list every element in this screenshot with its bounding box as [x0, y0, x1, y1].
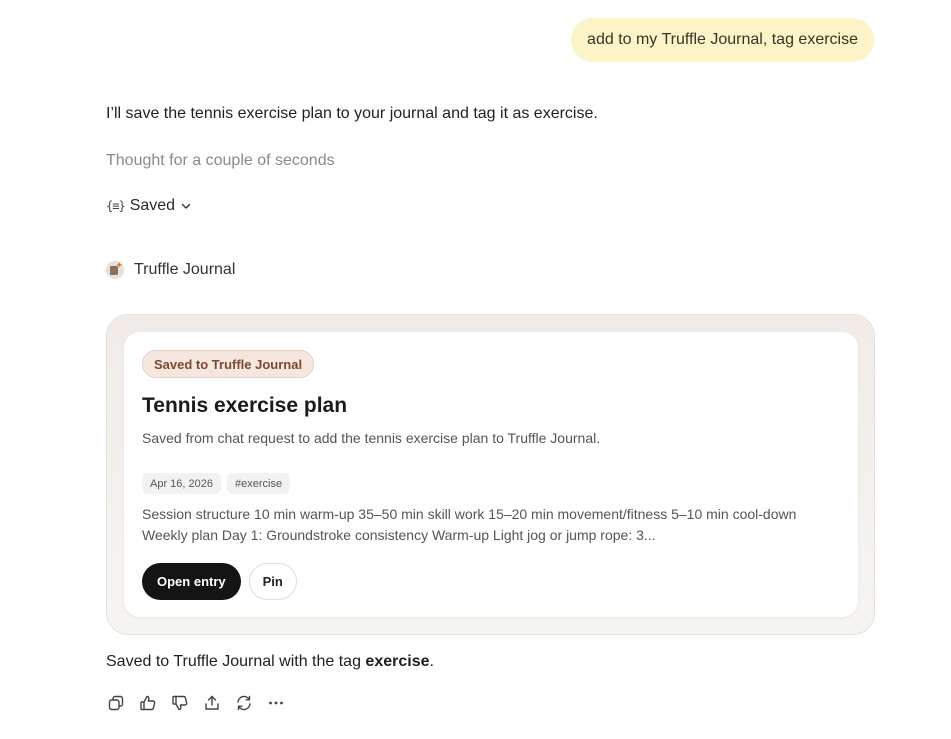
user-message-bubble: add to my Truffle Journal, tag exercise [571, 18, 874, 62]
journal-entry-card-frame: Saved to Truffle Journal Tennis exercise… [106, 314, 875, 635]
share-icon[interactable] [202, 692, 222, 714]
thumbs-down-icon[interactable] [170, 692, 190, 714]
summary-prefix: Saved to Truffle Journal with the tag [106, 653, 366, 670]
more-icon[interactable] [266, 692, 286, 714]
entry-date-chip: Apr 16, 2026 [142, 473, 221, 494]
entry-title: Tennis exercise plan [142, 394, 348, 417]
regenerate-icon[interactable] [234, 692, 254, 714]
thumbs-up-icon[interactable] [138, 692, 158, 714]
copy-icon[interactable] [106, 692, 126, 714]
user-message-text: add to my Truffle Journal, tag exercise [587, 31, 858, 48]
summary-suffix: . [429, 653, 434, 670]
thought-duration-text: Thought for a couple of seconds [106, 152, 335, 169]
saved-toggle-label: Saved [129, 197, 176, 214]
journal-entry-card: Saved to Truffle Journal Tennis exercise… [124, 332, 858, 617]
entry-meta-chips: Apr 16, 2026 #exercise [142, 473, 291, 494]
message-action-toolbar [106, 692, 286, 714]
entry-tag-chip: #exercise [227, 473, 291, 494]
open-entry-button[interactable]: Open entry [142, 563, 241, 600]
summary-tag: exercise [365, 653, 430, 670]
entry-preview-line: Weekly plan Day 1: Groundstroke consiste… [142, 527, 656, 543]
entry-description: Saved from chat request to add the tenni… [142, 430, 601, 446]
chevron-down-icon [181, 203, 191, 209]
saved-status-badge: Saved to Truffle Journal [142, 350, 315, 378]
chat-page: add to my Truffle Journal, tag exercise … [0, 0, 951, 739]
truffle-journal-app-icon: ✦ [106, 261, 124, 279]
entry-preview: Session structure 10 min warm-up 35–50 m… [142, 504, 842, 546]
app-attribution: ✦ Truffle Journal [106, 259, 235, 281]
tool-braces-icon: {≡} [106, 199, 126, 213]
assistant-summary-text: Saved to Truffle Journal with the tag ex… [106, 653, 434, 671]
assistant-intro-text: I’ll save the tennis exercise plan to yo… [106, 105, 598, 122]
app-name-label: Truffle Journal [134, 261, 236, 278]
entry-actions: Open entry Pin [142, 563, 297, 600]
pin-button[interactable]: Pin [248, 563, 297, 600]
saved-tool-toggle[interactable]: {≡} Saved [106, 195, 192, 217]
entry-preview-line: Session structure 10 min warm-up 35–50 m… [142, 506, 797, 522]
